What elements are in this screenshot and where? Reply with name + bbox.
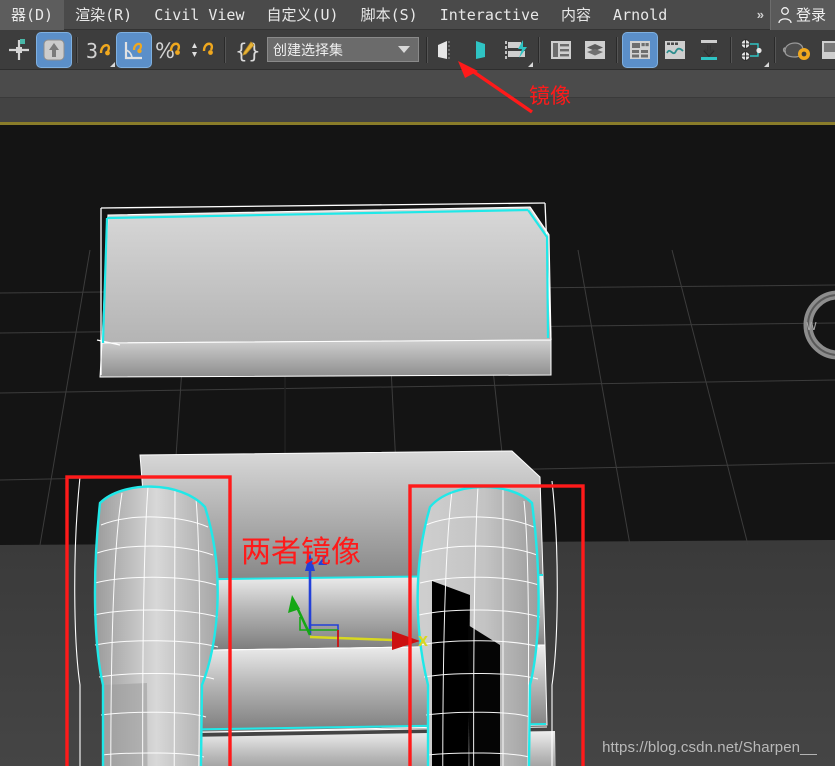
annotation-arrow-mirror bbox=[458, 61, 533, 114]
scene-explorer-icon[interactable] bbox=[578, 32, 612, 68]
dropdown-corner bbox=[110, 61, 115, 67]
render-production-icon[interactable] bbox=[814, 32, 835, 68]
app-root: 器(D) 渲染(R) Civil View 自定义(U) 脚本(S) Inter… bbox=[0, 0, 835, 766]
edit-named-selection-icon[interactable]: { } bbox=[230, 32, 264, 68]
toolbar-row-3 bbox=[0, 98, 835, 122]
menu-render[interactable]: 渲染(R) bbox=[64, 0, 143, 30]
layer-manager-icon[interactable] bbox=[622, 31, 658, 68]
menu-arnold[interactable]: Arnold bbox=[602, 0, 678, 30]
svg-text:}: } bbox=[248, 39, 260, 63]
schematic-view-icon[interactable] bbox=[692, 32, 726, 68]
menu-civil-view[interactable]: Civil View bbox=[143, 0, 255, 30]
login-label: 登录 bbox=[795, 6, 826, 24]
chevron-down-icon bbox=[398, 46, 410, 53]
toolbar-separator bbox=[76, 36, 78, 63]
toolbar-separator bbox=[730, 36, 732, 63]
dropdown-corner bbox=[764, 61, 769, 67]
gizmo-x-label: X bbox=[418, 635, 428, 650]
view-cube-label: W bbox=[806, 320, 817, 333]
toolbar-row-2 bbox=[0, 70, 835, 98]
angle-snap-3-icon[interactable]: 3 bbox=[82, 32, 116, 68]
menu-modifiers[interactable]: 器(D) bbox=[0, 0, 65, 30]
menu-interactive[interactable]: Interactive bbox=[429, 0, 550, 30]
spinner-snap-icon[interactable] bbox=[186, 32, 220, 68]
create-selection-set-dropdown[interactable]: 创建选择集 bbox=[267, 37, 419, 62]
toolbar-separator bbox=[538, 36, 540, 63]
create-selection-set-value: 创建选择集 bbox=[273, 41, 343, 58]
viewport-perspective[interactable]: Z X W bbox=[0, 125, 835, 766]
toolbar-separator bbox=[774, 36, 776, 63]
select-object-icon[interactable] bbox=[36, 31, 72, 68]
user-icon bbox=[778, 6, 792, 23]
render-setup-icon[interactable] bbox=[780, 32, 814, 68]
material-editor-icon[interactable] bbox=[736, 32, 770, 68]
viewport-canvas[interactable]: Z X W bbox=[0, 125, 835, 766]
toolbar-separator bbox=[616, 36, 618, 63]
svg-text:3: 3 bbox=[86, 39, 98, 63]
curve-editor-icon[interactable] bbox=[658, 32, 692, 68]
inverted-normal-face-2 bbox=[468, 625, 500, 766]
percent-snap-icon[interactable]: % bbox=[152, 32, 186, 68]
angle-snap-icon[interactable] bbox=[116, 31, 152, 68]
gizmo-z-label: Z bbox=[318, 554, 327, 569]
toolbar-separator bbox=[224, 36, 226, 63]
menu-bar: 器(D) 渲染(R) Civil View 自定义(U) 脚本(S) Inter… bbox=[0, 0, 835, 30]
login-button[interactable]: 登录 bbox=[769, 0, 835, 30]
menu-content[interactable]: 内容 bbox=[550, 0, 602, 30]
menu-customize[interactable]: 自定义(U) bbox=[256, 0, 350, 30]
menu-scripting[interactable]: 脚本(S) bbox=[350, 0, 429, 30]
menu-overflow-button[interactable]: » bbox=[751, 0, 770, 30]
toolbar-separator bbox=[426, 36, 428, 63]
layer-explorer-icon[interactable] bbox=[544, 32, 578, 68]
select-and-link-icon[interactable] bbox=[2, 32, 36, 68]
backrest-top bbox=[101, 206, 552, 344]
main-toolbar: 3 % {} 创建选择集 bbox=[0, 30, 835, 70]
backrest-front bbox=[99, 339, 552, 378]
